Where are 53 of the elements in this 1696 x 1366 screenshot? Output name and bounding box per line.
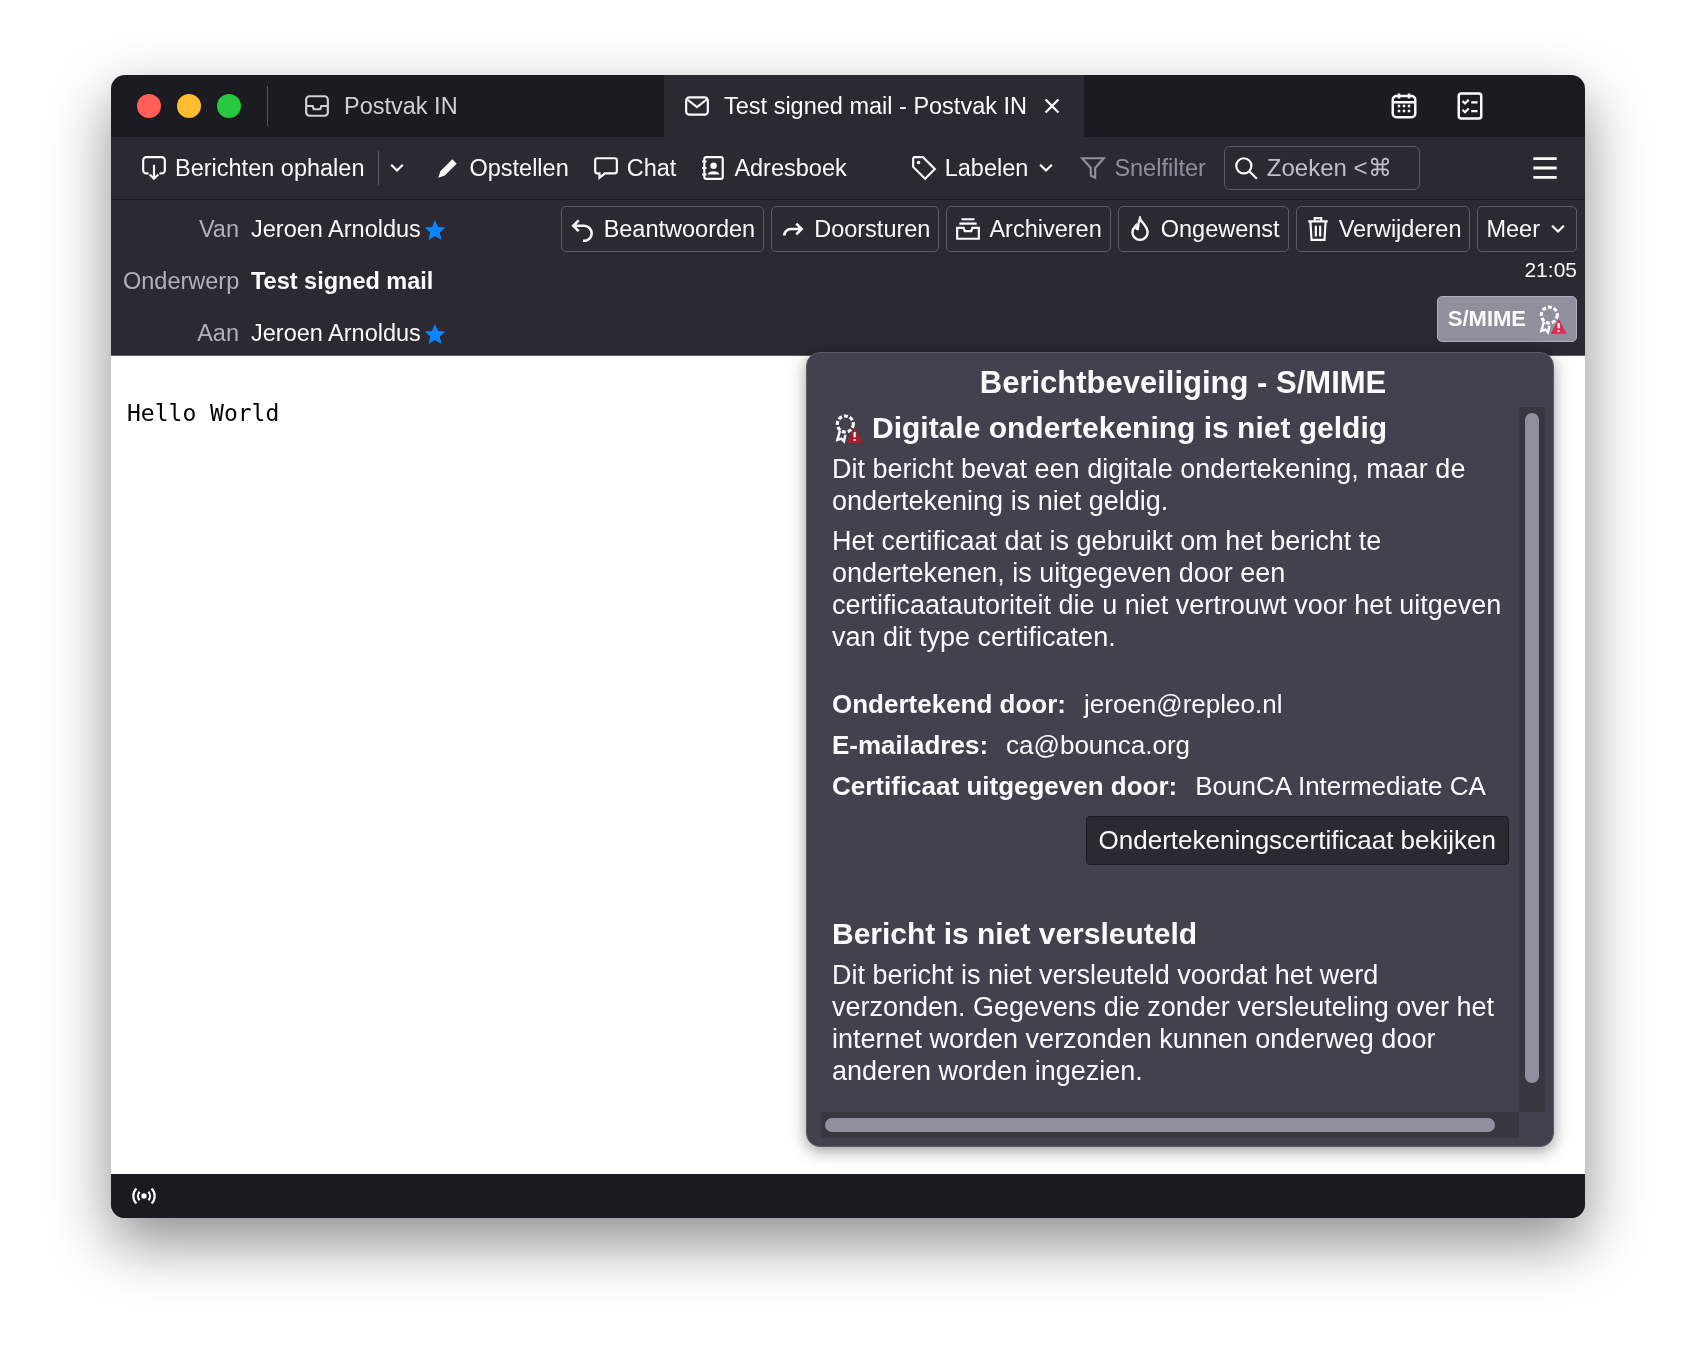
- field-value: Test signed mail: [251, 268, 434, 295]
- calendar-icon[interactable]: [1389, 91, 1419, 121]
- download-icon: [141, 155, 167, 181]
- detail-label: E-mailadres:: [832, 730, 989, 761]
- detail-label: Ondertekend door:: [832, 689, 1066, 720]
- scrollbar-thumb[interactable]: [825, 1118, 1495, 1132]
- detail-value: ca@bounca.org: [1006, 730, 1191, 761]
- message-body-text: Hello World: [127, 400, 280, 426]
- section-heading: Bericht is niet versleuteld: [832, 917, 1199, 951]
- paragraph: Dit bericht is niet versleuteld voordat het werd verzonden. Gegevens die zonder versleuteling over het internet worden verzonden kunnen onderweg door anderen worden ingezien.: [832, 959, 1495, 1087]
- minimize-window-icon[interactable]: [177, 94, 201, 118]
- field-label: Aan: [196, 320, 239, 347]
- filter-icon: [1080, 155, 1107, 181]
- paragraph: Het certificaat dat is gebruikt om het bericht te ondertekenen, is uitgegeven door een certificaatautoriteit die u niet vertrouwt voor het uitgeven van dit type certificaten.: [832, 525, 1503, 653]
- action-button[interactable]: Doorsturen: [771, 206, 940, 252]
- close-window-icon[interactable]: [137, 94, 161, 118]
- envelope-icon: [684, 93, 710, 119]
- toolbar-button[interactable]: Labelen: [900, 148, 1067, 188]
- scrollbar-thumb[interactable]: [1525, 413, 1539, 1083]
- action-button[interactable]: Beantwoorden: [560, 206, 765, 252]
- toolbar-button[interactable]: Chat: [582, 148, 687, 188]
- view-certificate-button[interactable]: Ondertekeningscertificaat bekijken: [1085, 816, 1509, 865]
- message-time: 21:05: [1524, 258, 1577, 282]
- field-value: Jeroen Arnoldus: [251, 216, 421, 243]
- field-label: Onderwerp: [123, 268, 239, 295]
- action-button[interactable]: Verwijderen: [1295, 206, 1471, 252]
- action-button[interactable]: Ongewenst: [1117, 206, 1289, 252]
- toolbar-button[interactable]: Berichten ophalen: [131, 148, 375, 188]
- menu-icon[interactable]: [1531, 154, 1559, 182]
- tab[interactable]: Test signed mail - Postvak IN: [664, 75, 1084, 137]
- field-value: Jeroen Arnoldus: [251, 320, 421, 347]
- checklist-icon[interactable]: [1455, 91, 1485, 121]
- action-button[interactable]: Archiveren: [946, 206, 1111, 252]
- search-input[interactable]: Zoeken <⌘: [1266, 154, 1413, 182]
- inbox-icon: [304, 93, 330, 119]
- action-button[interactable]: Meer: [1477, 206, 1577, 252]
- archive-box-icon: [955, 216, 982, 242]
- section-heading: Digitale ondertekening is niet geldig: [872, 411, 1388, 445]
- toolbar-button[interactable]: Adresboek: [690, 148, 857, 188]
- detail-label: Certificaat uitgegeven door:: [832, 771, 1178, 802]
- popup-title: Berichtbeveiliging - S/MIME: [979, 364, 1387, 402]
- search-icon: [1232, 155, 1259, 181]
- detail-value: jeroen@repleo.nl: [1084, 689, 1283, 720]
- detail-value: BounCA Intermediate CA: [1195, 771, 1486, 802]
- tab[interactable]: Postvak IN: [284, 75, 664, 137]
- toolbar-button[interactable]: Opstellen: [425, 148, 579, 188]
- chat-icon: [592, 155, 619, 181]
- field-label: Van: [197, 216, 239, 243]
- tag-icon: [910, 155, 937, 181]
- paragraph: Dit bericht bevat een digitale ondertekening, maar de ondertekening is niet geldig.: [832, 453, 1467, 517]
- search-field[interactable]: Zoeken <⌘: [1223, 146, 1420, 190]
- address-book-icon: [700, 155, 727, 181]
- zoom-window-icon[interactable]: [217, 94, 241, 118]
